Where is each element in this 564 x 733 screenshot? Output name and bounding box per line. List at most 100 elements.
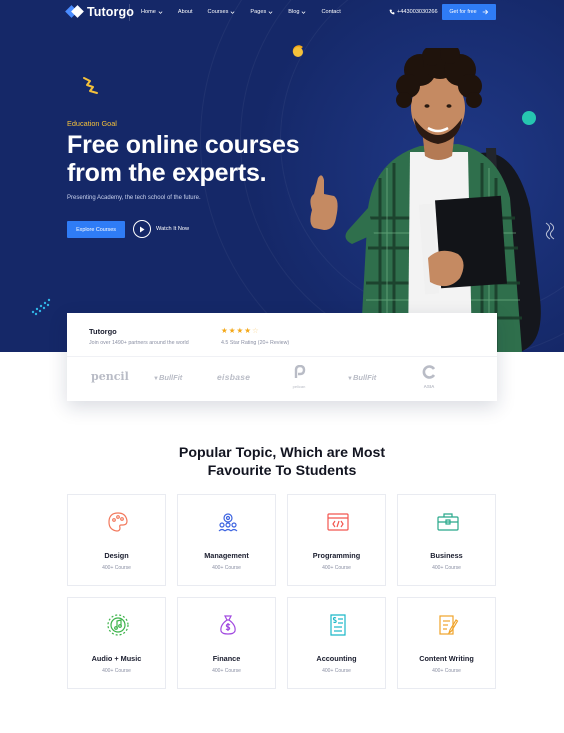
money-bag-icon: [220, 615, 236, 635]
partner-logo: pelican: [289, 364, 309, 389]
squiggle-decoration-icon: [83, 77, 98, 94]
star-filled-icon: ★: [221, 326, 228, 335]
menu-item-label: Contact: [321, 9, 341, 15]
partner-logo-text: pelican: [292, 384, 306, 389]
menu-item-courses[interactable]: Courses: [208, 9, 236, 15]
partners-card-title: Tutorgo: [89, 327, 117, 336]
menu-item-label: About: [177, 9, 193, 15]
document-icon: [439, 615, 459, 635]
partners-card: Tutorgo Join over 1490+ partners around …: [67, 313, 497, 401]
phone-icon: [389, 9, 395, 15]
chevron-down-icon: [158, 10, 163, 14]
chevron-down-icon: [230, 10, 235, 14]
brand-logo[interactable]: Tutorgo: [65, 5, 134, 19]
nav-divider: [129, 4, 130, 21]
topic-card-audio-music[interactable]: Audio + Music 400+ Course: [67, 597, 166, 689]
hero-headline: Free online courses from the experts.: [67, 131, 300, 187]
partner-logo-text: ASIA: [423, 384, 435, 389]
headline-line-1: Free online courses: [67, 131, 300, 159]
menu-item-label: Blog: [288, 9, 300, 15]
menu-item-label: Home: [141, 9, 156, 15]
briefcase-icon: [437, 513, 459, 531]
menu-item-label: Courses: [207, 9, 229, 15]
menu-item-pages[interactable]: Pages: [250, 9, 273, 15]
partner-logo-text: BullFit: [352, 373, 377, 382]
partner-logo: ASIA: [419, 365, 439, 389]
pelican-logo-icon: [294, 364, 306, 378]
arrow-right-icon: [482, 9, 488, 15]
chevron-down-icon: [268, 10, 273, 14]
star-filled-icon: ★: [244, 326, 251, 335]
topic-card-design[interactable]: Design 400+ Course: [67, 494, 166, 586]
topic-card-management[interactable]: Management 400+ Course: [177, 494, 276, 586]
menu-item-about[interactable]: About: [178, 9, 193, 15]
card-divider: [67, 356, 497, 357]
cta-label: Get for free: [449, 9, 477, 15]
topic-card-accounting[interactable]: Accounting 400+ Course: [287, 597, 386, 689]
topic-card-programming[interactable]: Programming 400+ Course: [287, 494, 386, 586]
topic-count: 400+ Course: [102, 668, 131, 674]
invoice-icon: [330, 614, 346, 636]
rating-text: 4.5 Star Rating (20+ Review): [221, 340, 290, 346]
phone-number: +443003030266: [397, 9, 438, 15]
menu-item-home[interactable]: Home: [141, 9, 163, 15]
partners-card-subtitle: Join over 1490+ partners around the worl…: [89, 340, 189, 346]
partner-logo: ▼BullFit: [347, 373, 377, 382]
watch-label: Watch It Now: [156, 226, 190, 232]
topic-card-content-writing[interactable]: Content Writing 400+ Course: [397, 597, 496, 689]
menu-item-blog[interactable]: Blog: [288, 9, 306, 15]
top-navbar: Tutorgo Home About Courses Pages Blog Co…: [0, 0, 564, 26]
hero-section: Tutorgo Home About Courses Pages Blog Co…: [0, 0, 564, 352]
dots-decoration-icon: [31, 298, 51, 316]
topic-count: 400+ Course: [322, 668, 351, 674]
topic-title: Audio + Music: [91, 654, 142, 663]
topic-count: 400+ Course: [432, 668, 461, 674]
topic-count: 400+ Course: [212, 668, 241, 674]
watch-video-button[interactable]: Watch It Now: [133, 220, 189, 238]
topics-section-title: Popular Topic, Which are Most Favourite …: [0, 444, 564, 480]
logo-mark-icon: [65, 5, 84, 19]
management-icon: [218, 513, 238, 532]
partner-logo: pencil: [91, 370, 129, 383]
section-title-line-1: Popular Topic, Which are Most: [178, 445, 386, 461]
headline-line-2: from the experts.: [67, 159, 267, 187]
chevron-down-icon: [302, 10, 306, 14]
topic-card-business[interactable]: Business 400+ Course: [397, 494, 496, 586]
phone-link[interactable]: +443003030266: [389, 9, 438, 15]
section-title-line-2: Favourite To Students: [207, 463, 357, 479]
music-icon: [107, 614, 129, 636]
star-filled-icon: ★: [236, 326, 244, 335]
get-for-free-button[interactable]: Get for free: [442, 4, 496, 20]
star-filled-icon: ★: [228, 326, 236, 335]
play-icon: [140, 226, 145, 232]
main-menu: Home About Courses Pages Blog Contact: [141, 9, 356, 15]
topic-title: Finance: [212, 654, 241, 663]
hero-subline: Presenting Academy, the tech school of t…: [67, 195, 201, 201]
star-empty-icon: ☆: [251, 326, 259, 335]
topic-title: Management: [204, 551, 249, 560]
topic-count: 400+ Course: [212, 565, 241, 571]
topic-title: Content Writing: [419, 654, 474, 663]
asia-logo-icon: [422, 365, 436, 379]
student-photo: [310, 48, 541, 352]
partner-logo: eisbase: [217, 372, 251, 382]
topic-title: Business: [430, 551, 463, 560]
programming-icon: [327, 513, 349, 531]
partner-logo: ▼BullFit: [153, 373, 183, 382]
topic-title: Accounting: [316, 654, 357, 663]
topic-card-finance[interactable]: Finance 400+ Course: [177, 597, 276, 689]
partner-logos: pencil ▼BullFit eisbase pelican ▼BullFit…: [89, 364, 479, 391]
menu-item-contact[interactable]: Contact: [321, 9, 340, 15]
topic-count: 400+ Course: [322, 565, 351, 571]
partner-logo-text: BullFit: [158, 373, 183, 382]
hero-eyebrow: Education Goal: [67, 119, 117, 128]
play-button[interactable]: [133, 220, 151, 238]
topic-count: 400+ Course: [102, 565, 131, 571]
brand-name: Tutorgo: [87, 5, 134, 19]
topic-count: 400+ Course: [432, 565, 461, 571]
explore-courses-button[interactable]: Explore Courses: [67, 221, 125, 238]
topic-title: Programming: [312, 551, 361, 560]
topic-title: Design: [104, 551, 129, 560]
design-icon: [108, 512, 128, 532]
rating-stars: ★ ★ ★ ★ ☆: [221, 327, 259, 335]
